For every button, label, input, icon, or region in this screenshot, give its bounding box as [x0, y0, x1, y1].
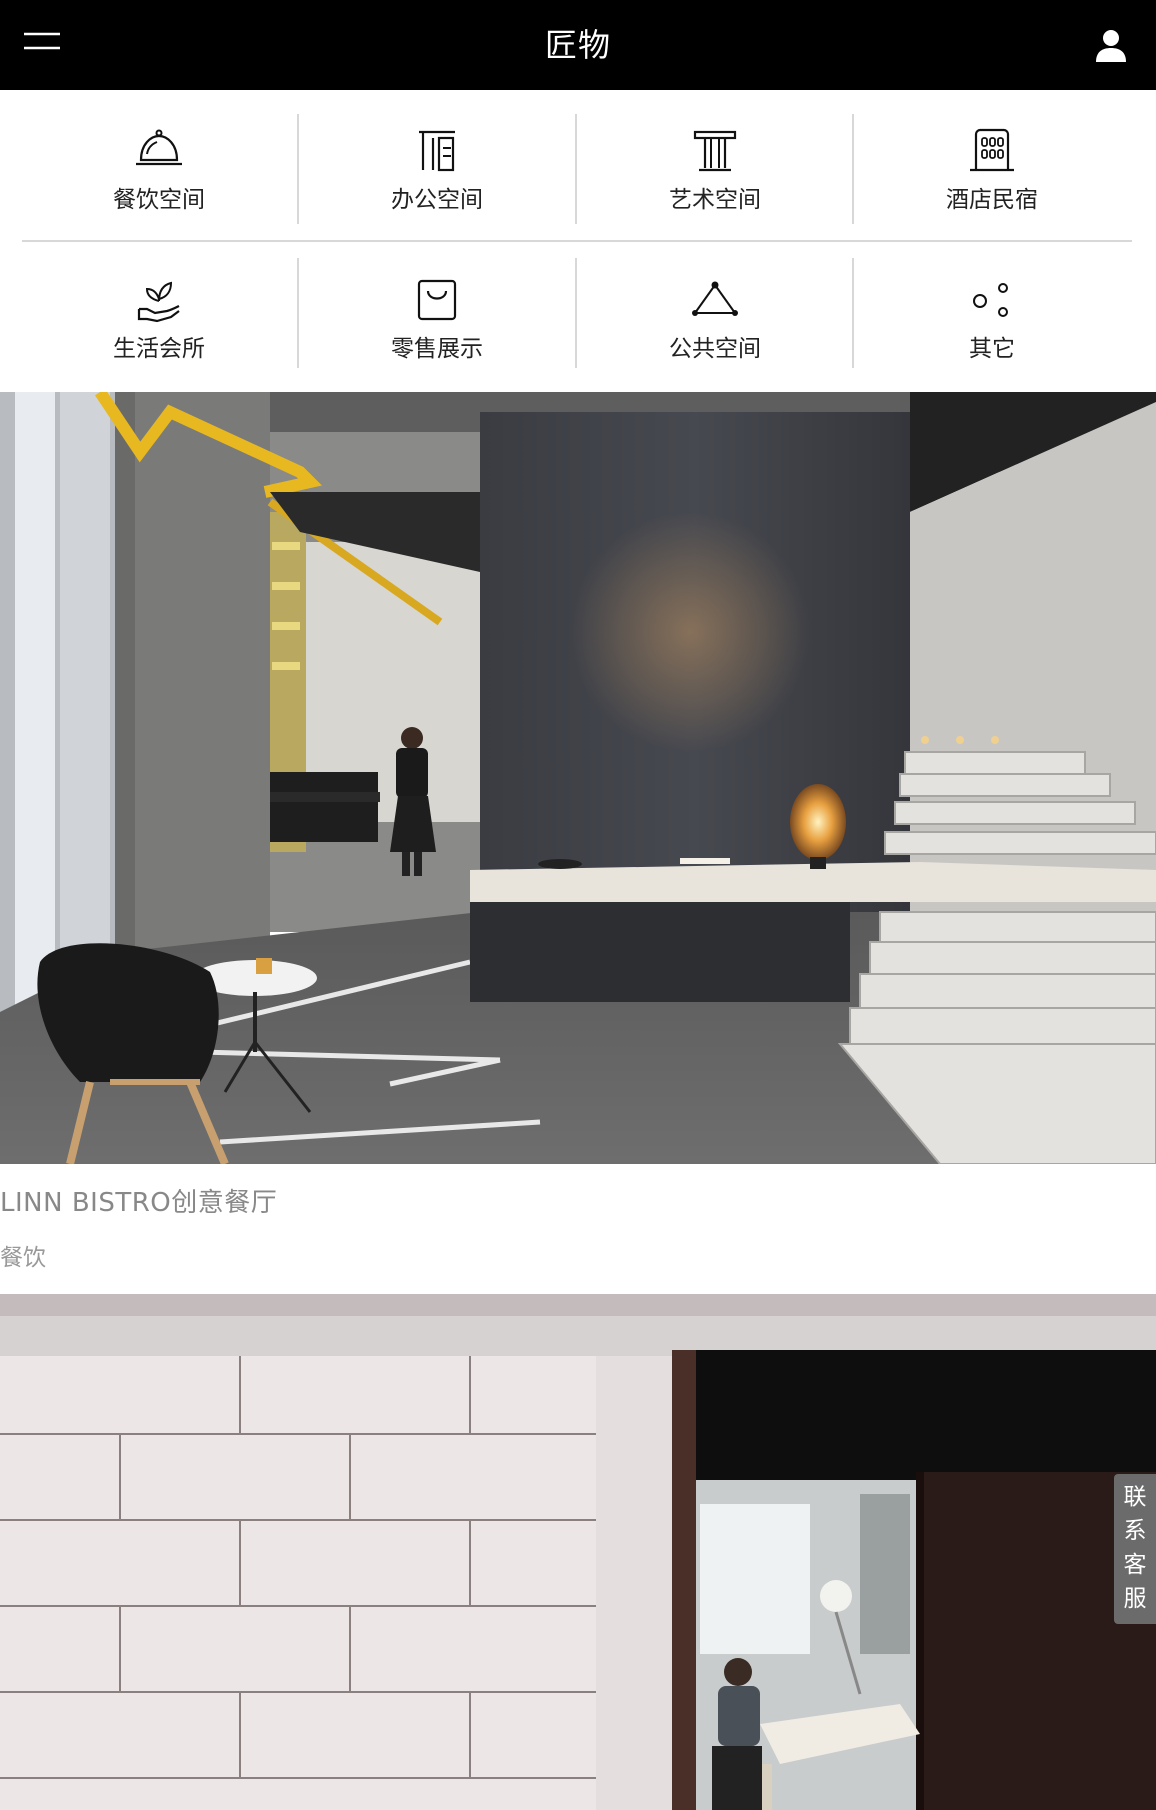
contact-service-label: 联系客服 [1123, 1484, 1147, 1612]
project-category-tag: 餐饮 [0, 1245, 46, 1271]
category-public[interactable]: 公共空间 [576, 235, 854, 380]
category-dining[interactable]: 餐饮空间 [20, 90, 298, 235]
art-column-icon [689, 124, 741, 176]
category-label: 生活会所 [113, 336, 205, 362]
project-image[interactable] [0, 1294, 1156, 1810]
circles-icon [966, 273, 1018, 325]
category-label: 零售展示 [391, 336, 483, 362]
category-label: 餐饮空间 [113, 187, 205, 213]
project-image[interactable] [0, 392, 1156, 1164]
page-title: 匠物 [544, 26, 611, 64]
category-label: 公共空间 [669, 336, 761, 362]
category-art[interactable]: 艺术空间 [576, 90, 854, 235]
category-row: 餐饮空间 办公空间 艺术空间 酒店民宿 [0, 90, 1156, 235]
category-label: 其它 [969, 336, 1015, 362]
food-cloche-icon [133, 124, 185, 176]
office-building-icon [411, 124, 463, 176]
category-row: 生活会所 零售展示 公共空间 其它 [0, 235, 1156, 380]
category-label: 办公空间 [391, 187, 483, 213]
user-icon[interactable] [1092, 26, 1130, 64]
plant-hand-icon [133, 273, 185, 325]
category-retail[interactable]: 零售展示 [298, 235, 576, 380]
top-navbar: 匠物 [0, 0, 1156, 90]
contact-service-button[interactable]: 联系客服 [1114, 1474, 1156, 1624]
category-club[interactable]: 生活会所 [20, 235, 298, 380]
category-label: 艺术空间 [669, 187, 761, 213]
category-other[interactable]: 其它 [853, 235, 1131, 380]
hotel-building-icon [966, 124, 1018, 176]
category-hotel[interactable]: 酒店民宿 [853, 90, 1131, 235]
category-label: 酒店民宿 [946, 187, 1038, 213]
category-grid: 餐饮空间 办公空间 艺术空间 酒店民宿 生活会所 零售展示 公共空间 其它 [0, 90, 1156, 392]
shopping-bag-icon [411, 273, 463, 325]
project-title[interactable]: LINN BISTRO创意餐厅 [0, 1182, 277, 1219]
category-office[interactable]: 办公空间 [298, 90, 576, 235]
triangle-network-icon [689, 273, 741, 325]
